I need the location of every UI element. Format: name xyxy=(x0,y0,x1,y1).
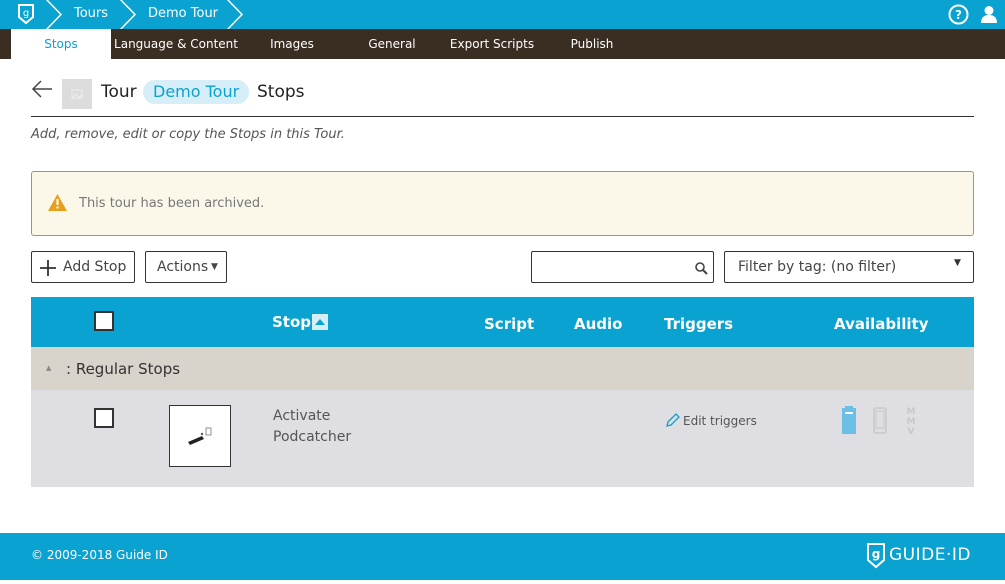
page-subtitle: Add, remove, edit or copy the Stops in t… xyxy=(31,127,345,142)
row-checkbox[interactable] xyxy=(94,408,114,428)
column-stop[interactable]: Stop xyxy=(272,313,311,331)
column-availability: Availability xyxy=(834,315,929,333)
tab-language-content[interactable]: Language & Content xyxy=(113,29,239,59)
tab-bar: Stops Language & Content Images General … xyxy=(0,29,1005,59)
guide-id-logo-icon[interactable]: g xyxy=(14,3,38,25)
svg-text:?: ? xyxy=(955,8,962,22)
tag-filter-select[interactable]: Filter by tag: (no filter) ▼ xyxy=(724,251,974,283)
sort-ascending-icon[interactable] xyxy=(312,314,328,330)
tour-thumbnail xyxy=(62,79,92,109)
alert-message: This tour has been archived. xyxy=(79,196,265,211)
stop-thumbnail[interactable] xyxy=(169,405,231,467)
back-arrow-icon[interactable] xyxy=(31,78,53,100)
guide-id-brand-icon: g xyxy=(867,543,885,569)
group-row-regular-stops[interactable]: ▲ : Regular Stops xyxy=(31,347,974,390)
column-script: Script xyxy=(484,315,535,333)
breadcrumb-separator-icon xyxy=(45,0,63,31)
kiosk-device-icon[interactable] xyxy=(842,406,856,434)
add-stop-button[interactable]: Add Stop xyxy=(31,251,135,283)
warning-icon xyxy=(48,194,67,211)
image-placeholder-icon xyxy=(71,89,83,99)
plus-icon xyxy=(40,260,56,276)
column-audio: Audio xyxy=(574,315,623,333)
tab-export-scripts[interactable]: Export Scripts xyxy=(447,29,537,59)
tab-stops[interactable]: Stops xyxy=(11,29,111,59)
tab-images[interactable]: Images xyxy=(254,29,330,59)
tab-publish[interactable]: Publish xyxy=(554,29,630,59)
page-header: Tour Demo Tour Stops xyxy=(31,76,974,117)
svg-text:g: g xyxy=(872,547,881,561)
breadcrumb-tours[interactable]: Tours xyxy=(74,0,108,29)
page-title-suffix: Stops xyxy=(257,82,305,102)
breadcrumb-separator-icon xyxy=(226,0,244,31)
tour-name-badge: Demo Tour xyxy=(143,80,250,104)
breadcrumb-demo-tour[interactable]: Demo Tour xyxy=(148,0,218,29)
archived-alert: This tour has been archived. xyxy=(31,171,974,236)
add-stop-label: Add Stop xyxy=(63,259,127,275)
svg-text:g: g xyxy=(23,8,29,19)
actions-dropdown[interactable]: Actions ▼ xyxy=(145,251,227,283)
pencil-icon xyxy=(666,413,680,427)
page-title-prefix: Tour xyxy=(101,82,137,102)
edit-triggers-link[interactable]: Edit triggers xyxy=(665,413,757,428)
device-image-icon xyxy=(188,427,212,445)
table-header: Stop Script Audio Triggers Availability xyxy=(31,297,974,347)
select-all-checkbox[interactable] xyxy=(94,311,114,331)
search-input[interactable] xyxy=(531,251,714,283)
stop-name[interactable]: Activate Podcatcher xyxy=(273,406,393,448)
collapse-triangle-icon[interactable]: ▲ xyxy=(46,364,51,372)
footer-brand-text: GUIDE·ID xyxy=(889,545,971,565)
copyright-text: © 2009-2018 Guide ID xyxy=(31,548,168,562)
top-bar: g Tours Demo Tour ? xyxy=(0,0,1005,31)
tag-filter-label: Filter by tag: (no filter) xyxy=(738,259,897,275)
caret-down-icon: ▼ xyxy=(954,258,961,268)
table-row[interactable]: Activate Podcatcher Edit triggers MMV xyxy=(31,390,974,487)
user-icon[interactable] xyxy=(980,5,998,24)
caret-down-icon: ▼ xyxy=(211,262,218,272)
phone-device-icon[interactable] xyxy=(873,407,887,434)
breadcrumb-separator-icon xyxy=(119,0,137,31)
mmv-device-icon[interactable]: MMV xyxy=(906,407,916,437)
group-label: : Regular Stops xyxy=(66,360,181,378)
search-icon xyxy=(695,262,708,275)
column-triggers: Triggers xyxy=(664,315,734,333)
tab-general[interactable]: General xyxy=(354,29,430,59)
actions-label: Actions xyxy=(157,259,209,275)
edit-triggers-label: Edit triggers xyxy=(683,414,757,428)
sort-arrow-icon xyxy=(315,319,325,325)
footer: © 2009-2018 Guide ID g GUIDE·ID xyxy=(0,533,1005,580)
help-icon[interactable]: ? xyxy=(948,4,969,25)
